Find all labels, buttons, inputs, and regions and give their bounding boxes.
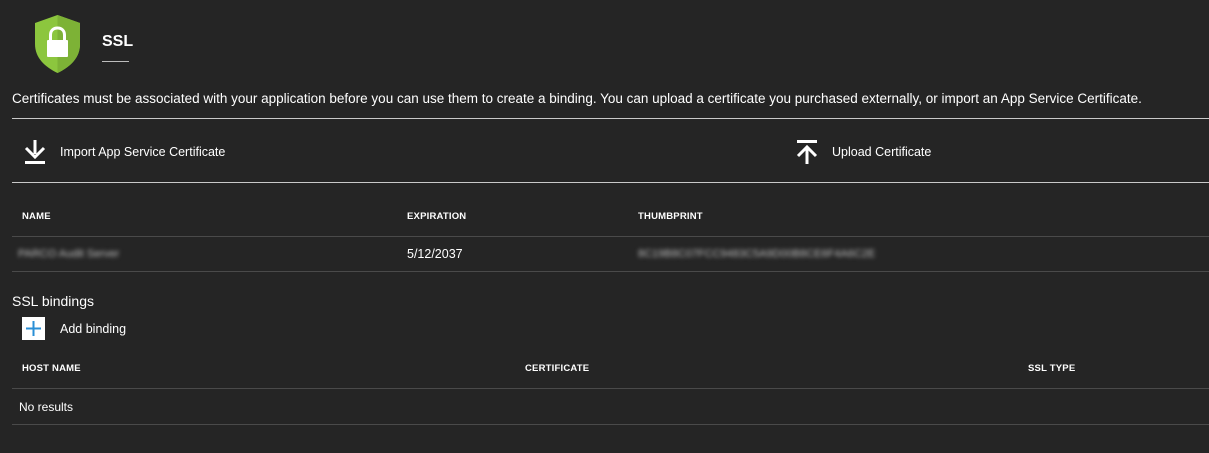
import-certificate-button[interactable]: Import App Service Certificate xyxy=(22,138,225,166)
row-divider xyxy=(12,388,1209,389)
plus-icon xyxy=(22,317,45,340)
column-header-thumbprint[interactable]: THUMBPRINT xyxy=(638,211,703,222)
upload-certificate-label: Upload Certificate xyxy=(832,145,932,159)
shield-lock-icon xyxy=(34,14,81,74)
column-header-host-name[interactable]: HOST NAME xyxy=(22,363,81,374)
certificate-expiration: 5/12/2037 xyxy=(407,247,463,261)
page-title: SSL xyxy=(102,33,134,50)
title-underline xyxy=(102,61,129,62)
upload-certificate-button[interactable]: Upload Certificate xyxy=(794,138,931,166)
description-text: Certificates must be associated with you… xyxy=(12,91,1142,106)
column-header-ssl-type[interactable]: SSL TYPE xyxy=(1028,363,1075,374)
column-header-certificate[interactable]: CERTIFICATE xyxy=(525,363,589,374)
row-divider xyxy=(12,236,1209,237)
row-divider xyxy=(12,424,1209,425)
divider xyxy=(12,118,1209,119)
add-binding-label: Add binding xyxy=(60,321,127,336)
section-title-ssl-bindings: SSL bindings xyxy=(12,293,94,309)
column-header-name[interactable]: NAME xyxy=(22,211,51,222)
download-icon xyxy=(22,138,48,166)
row-divider xyxy=(12,271,1209,272)
certificate-name: PARCO Audit Server xyxy=(18,248,120,260)
empty-results-text: No results xyxy=(19,400,74,414)
certificate-thumbprint: 8C19B8C07FCC9483C5A9D00B8CE6F4A6C2E xyxy=(638,248,876,260)
upload-icon xyxy=(794,138,820,166)
column-header-expiration[interactable]: EXPIRATION xyxy=(407,211,466,222)
add-binding-button[interactable]: Add binding xyxy=(22,317,126,340)
import-certificate-label: Import App Service Certificate xyxy=(60,145,226,159)
divider xyxy=(12,182,1209,183)
ssl-blade: SSL Certificates must be associated with… xyxy=(0,0,1209,453)
